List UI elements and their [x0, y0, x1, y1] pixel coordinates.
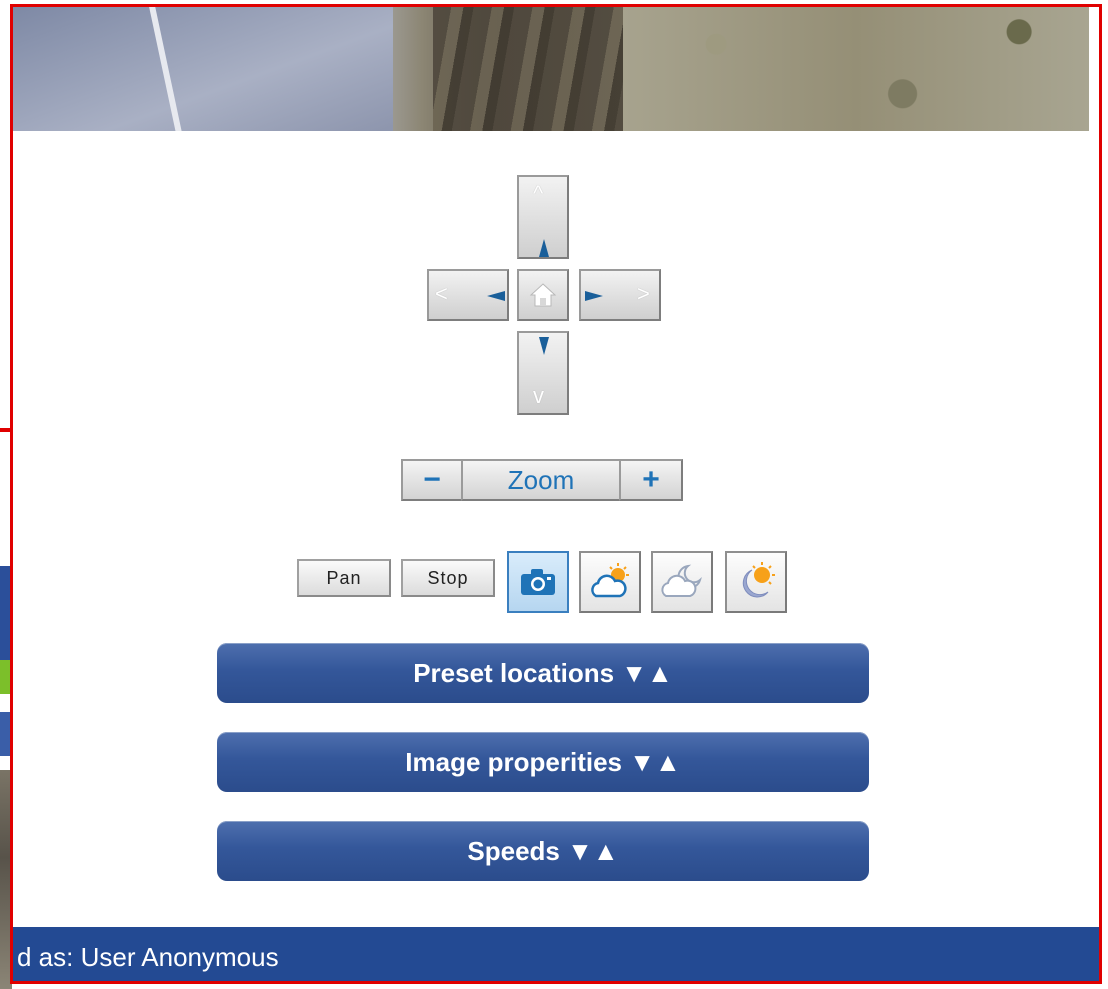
right-pointer-icon [585, 291, 603, 301]
pan-left-button[interactable]: < [427, 269, 509, 321]
camera-image-wall [433, 7, 623, 131]
zoom-label: Zoom [461, 459, 621, 501]
home-button[interactable] [517, 269, 569, 321]
home-icon [529, 283, 557, 307]
camera-icon [521, 569, 555, 595]
login-status-bar: d as: User Anonymous [13, 927, 1099, 981]
logged-in-user-text: d as: User Anonymous [17, 941, 279, 972]
night-cloud-mode-button[interactable] [651, 551, 713, 613]
preset-locations-toggle[interactable]: Preset locations ▼▲ [217, 643, 869, 703]
camera-image-road [13, 7, 393, 131]
snapshot-button[interactable] [507, 551, 569, 613]
day-mode-button[interactable] [579, 551, 641, 613]
pan-button[interactable]: Pan [297, 559, 391, 597]
zoom-in-button[interactable]: + [619, 459, 683, 501]
chevron-right-icon: > [637, 281, 650, 306]
pan-right-button[interactable]: > [579, 269, 661, 321]
chevron-up-icon: ^ [533, 181, 544, 206]
chevron-down-icon: v [533, 383, 544, 408]
zoom-out-button[interactable]: − [401, 459, 463, 501]
tilt-up-button[interactable]: ^ [517, 175, 569, 259]
down-pointer-icon [539, 337, 549, 355]
camera-image-rocks [623, 7, 1089, 131]
highlight-frame: ^ < > v − Zoom + Pan Stop Preset locatio… [10, 4, 1102, 984]
image-properties-toggle[interactable]: Image properities ▼▲ [217, 732, 869, 792]
zoom-control: − Zoom + [401, 459, 683, 501]
day-night-mode-button[interactable] [725, 551, 787, 613]
moon-sun-icon [742, 562, 775, 598]
left-pointer-icon [487, 291, 505, 301]
speeds-toggle[interactable]: Speeds ▼▲ [217, 821, 869, 881]
cloudy-night-icon [661, 564, 702, 597]
cloudy-day-icon [591, 563, 629, 598]
tilt-down-button[interactable]: v [517, 331, 569, 415]
camera-live-image [13, 7, 1089, 131]
chevron-left-icon: < [435, 281, 448, 306]
stop-button[interactable]: Stop [401, 559, 495, 597]
up-pointer-icon [539, 239, 549, 257]
